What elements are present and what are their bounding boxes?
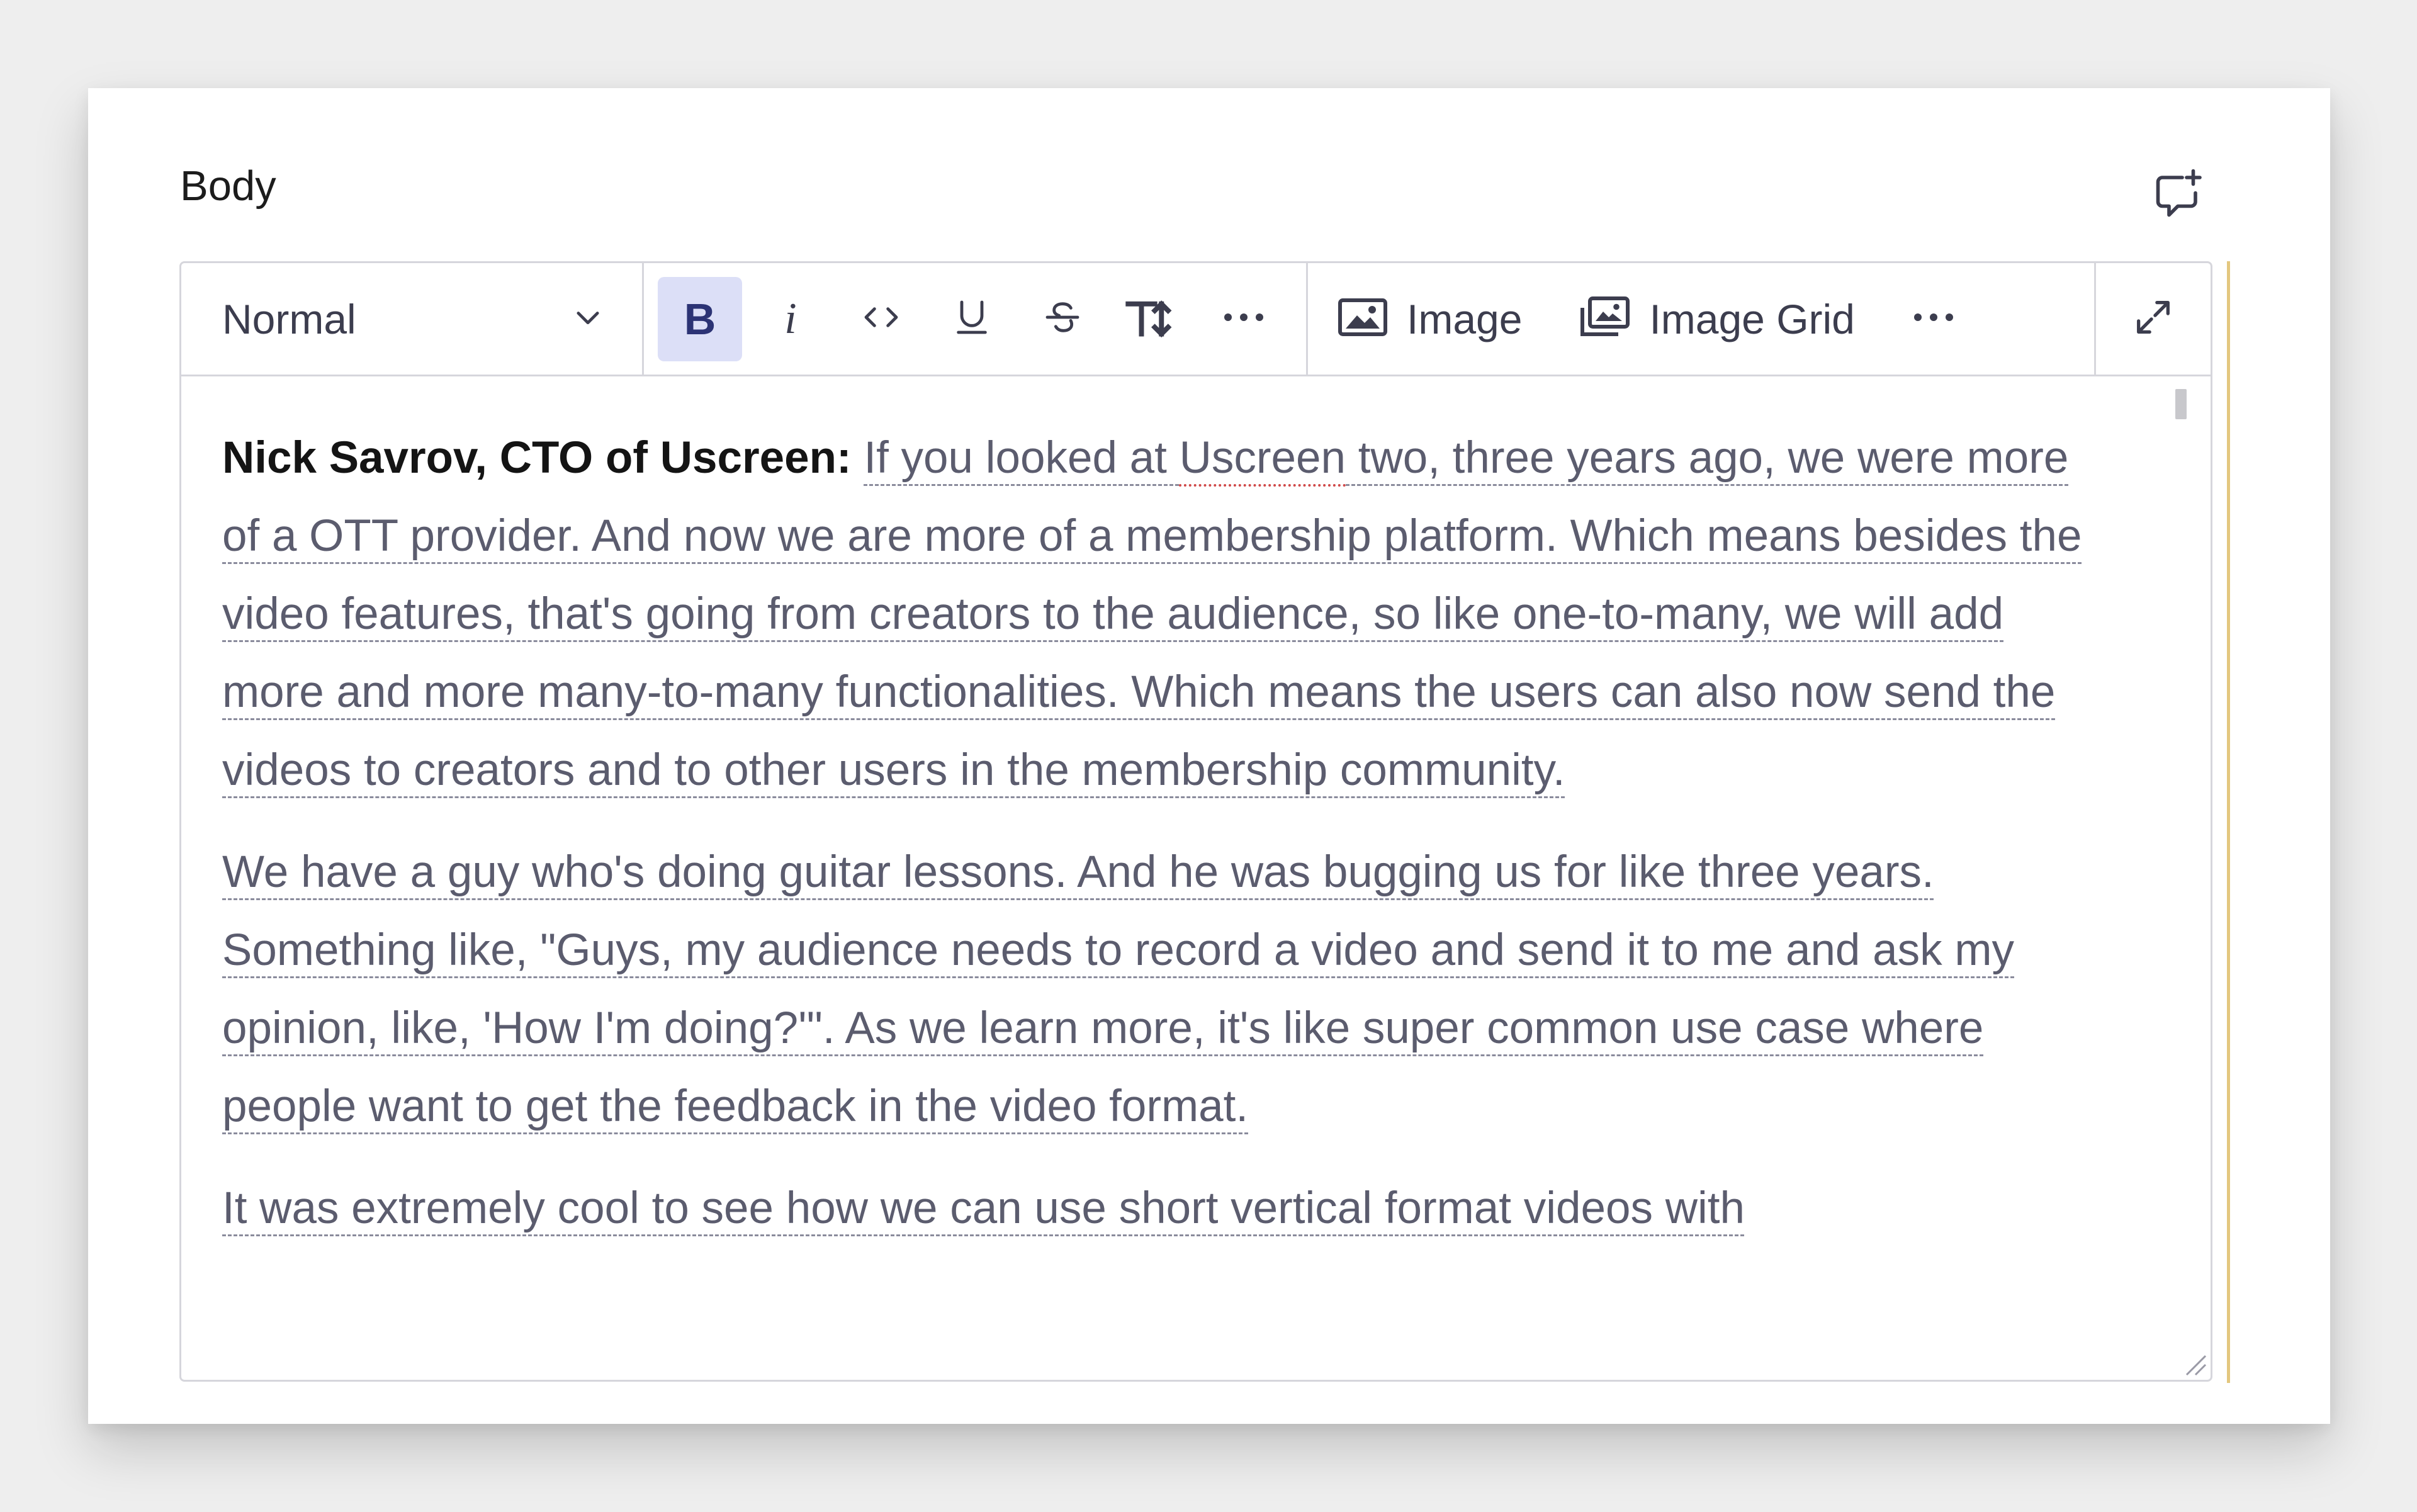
chevron-down-icon xyxy=(572,301,604,337)
underline-button[interactable] xyxy=(930,277,1014,361)
speaker-label: Nick Savrov, CTO of Uscreen: xyxy=(222,433,852,483)
editor-content[interactable]: Nick Savrov, CTO of Uscreen: If you look… xyxy=(181,376,2211,1380)
paragraph: Nick Savrov, CTO of Uscreen: If you look… xyxy=(222,419,2104,810)
format-button-group: B i xyxy=(644,263,1308,375)
block-type-value: Normal xyxy=(222,295,356,342)
block-type-select[interactable]: Normal xyxy=(181,263,644,375)
strikethrough-icon xyxy=(1042,297,1083,341)
insert-image-button[interactable]: Image xyxy=(1336,295,1522,343)
italic-button[interactable]: i xyxy=(748,277,833,361)
code-button[interactable] xyxy=(839,277,923,361)
paragraph: It was extremely cool to see how we can … xyxy=(222,1170,2104,1248)
more-horizontal-icon xyxy=(1912,311,1956,327)
editor-focus-accent xyxy=(2227,261,2230,1383)
more-horizontal-icon xyxy=(1222,311,1266,327)
italic-icon: i xyxy=(784,294,797,343)
text-size-button[interactable] xyxy=(1111,277,1195,361)
more-insert-button[interactable] xyxy=(1912,311,1956,327)
paragraph: We have a guy who's doing guitar lessons… xyxy=(222,833,2104,1146)
code-icon xyxy=(861,297,901,341)
bold-icon: B xyxy=(684,294,716,344)
strikethrough-button[interactable] xyxy=(1020,277,1105,361)
body-field-card: Body Normal B i Image Image Grid Nick Sa… xyxy=(88,88,2330,1424)
insert-image-grid-button[interactable]: Image Grid xyxy=(1579,295,1855,343)
editor-toolbar: Normal B i Image Image Grid xyxy=(181,263,2211,376)
paragraph-text: It was extremely cool to see how we can … xyxy=(222,1183,1745,1233)
bold-button[interactable]: B xyxy=(658,276,742,361)
paragraph-text: two, three years ago, we were more of a … xyxy=(222,433,2082,795)
underline-icon xyxy=(952,297,992,341)
insert-button-group: Image Image Grid xyxy=(1308,263,2096,375)
text-size-icon xyxy=(1125,297,1181,341)
scrollbar-thumb[interactable] xyxy=(2175,389,2187,419)
resize-handle-icon[interactable] xyxy=(2182,1351,2207,1376)
comment-add-icon[interactable] xyxy=(2143,161,2212,230)
misspelled-word[interactable]: Uscreen xyxy=(1180,433,1346,483)
image-grid-icon xyxy=(1579,295,1631,343)
fullscreen-button[interactable] xyxy=(2096,263,2211,375)
image-icon xyxy=(1336,295,1389,343)
insert-image-label: Image xyxy=(1407,295,1523,342)
field-label: Body xyxy=(180,162,276,210)
paragraph-text: If you looked at xyxy=(864,433,1180,483)
paragraph-text: We have a guy who's doing guitar lessons… xyxy=(222,847,2015,1131)
expand-icon xyxy=(2131,295,2175,342)
more-formatting-button[interactable] xyxy=(1202,277,1286,361)
insert-image-grid-label: Image Grid xyxy=(1649,295,1855,342)
rich-text-editor: Normal B i Image Image Grid Nick Savrov,… xyxy=(179,261,2212,1382)
